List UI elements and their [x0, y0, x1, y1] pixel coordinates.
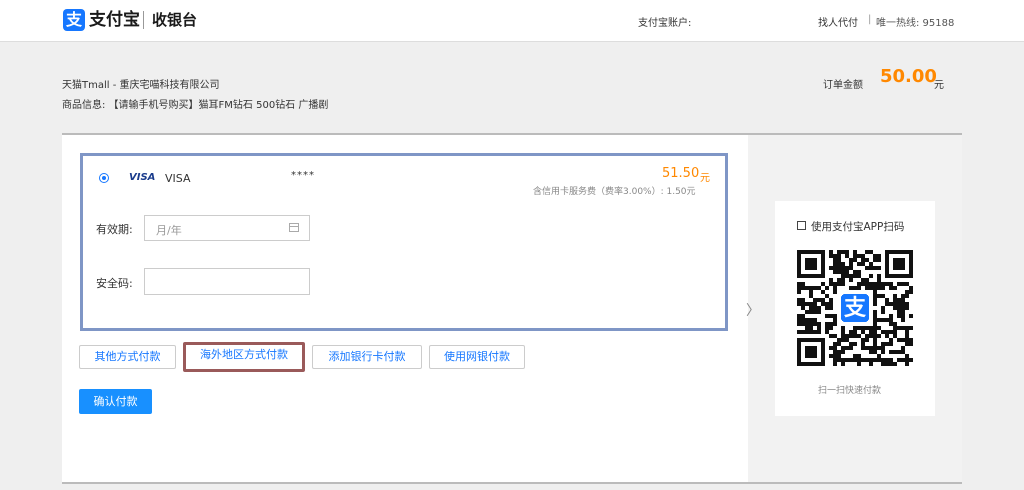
alipay-icon: 支	[63, 9, 85, 31]
order-amount-unit: 元	[934, 80, 944, 91]
order-amount-value: 50.00	[880, 66, 937, 87]
radio-dot	[102, 176, 106, 180]
svg-text:支: 支	[844, 296, 867, 321]
cvv-label: 安全码:	[96, 277, 133, 290]
scan-icon	[797, 221, 806, 230]
cvv-field[interactable]	[144, 268, 310, 295]
top-header: 支 支付宝 收银台 支付宝账户: 找人代付 | 唯一热线: 95188	[0, 0, 1024, 42]
qr-title: 使用支付宝APP扫码	[811, 221, 905, 233]
chevron-right-icon[interactable]: 〉	[746, 300, 760, 320]
qr-code: 支	[797, 250, 913, 366]
qr-caption: 扫一扫快速付款	[818, 386, 882, 396]
pay-amount-unit: 元	[700, 173, 710, 184]
service-fee-note: 含信用卡服务费（费率3.00%）: 1.50元	[533, 187, 696, 197]
card-radio[interactable]	[99, 173, 109, 183]
header-separator: |	[868, 14, 872, 25]
expiry-label: 有效期:	[96, 223, 133, 236]
visa-logo-icon: VISA	[129, 172, 156, 183]
order-amount-label: 订单金额	[823, 80, 863, 91]
proxy-pay-link[interactable]: 找人代付	[818, 14, 858, 29]
pay-amount: 51.50	[662, 166, 700, 181]
account-label: 支付宝账户:	[638, 18, 692, 29]
calendar-icon[interactable]	[289, 223, 299, 232]
add-bank-card-button[interactable]: 添加银行卡付款	[312, 345, 422, 369]
product-info: 商品信息: 【请输手机号购买】猫耳FM钻石 500钻石 广播剧	[62, 100, 329, 111]
card-number-mask: ****	[291, 170, 315, 181]
online-banking-button[interactable]: 使用网银付款	[429, 345, 525, 369]
other-methods-button[interactable]: 其他方式付款	[79, 345, 176, 369]
expiry-placeholder: 月/年	[156, 224, 182, 237]
logo-divider	[143, 11, 144, 29]
hotline-text: 唯一热线: 95188	[876, 18, 955, 29]
overseas-payment-button[interactable]: 海外地区方式付款	[183, 342, 305, 372]
brand-logo-text: 支付宝	[89, 10, 140, 30]
confirm-payment-button[interactable]: 确认付款	[79, 389, 152, 414]
expiry-field[interactable]: 月/年	[144, 215, 310, 241]
card-name: VISA	[165, 172, 191, 185]
merchant-name: 天猫Tmall - 重庆宅喵科技有限公司	[62, 80, 220, 91]
bottom-divider	[62, 482, 962, 484]
cashier-title: 收银台	[152, 11, 198, 29]
